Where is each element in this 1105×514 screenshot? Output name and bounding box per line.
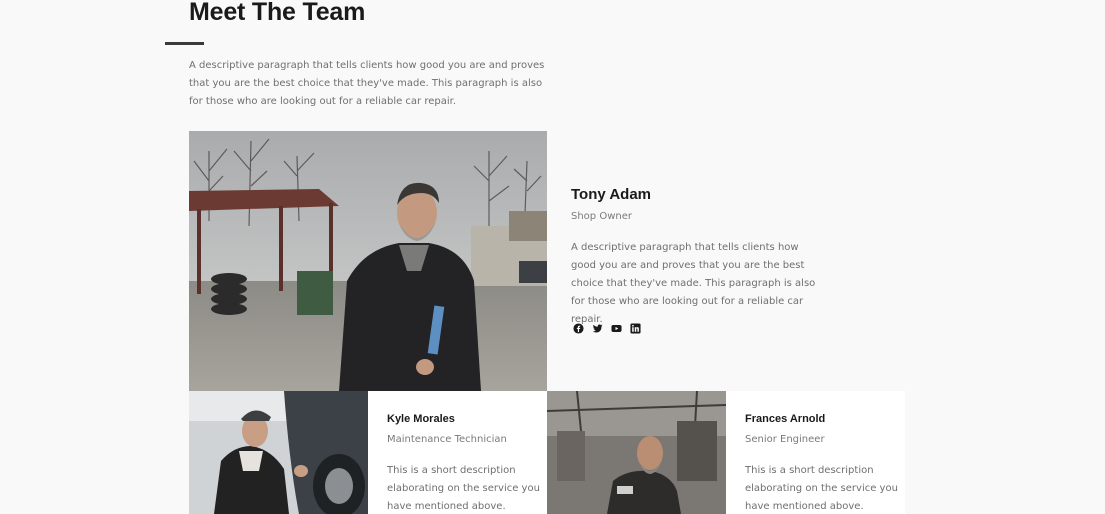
- member-photo: [189, 391, 368, 514]
- youtube-icon[interactable]: [611, 323, 622, 334]
- section-title: Meet The Team: [189, 0, 366, 26]
- member-role: Senior Engineer: [745, 434, 825, 445]
- member-name: Kyle Morales: [387, 413, 455, 425]
- member-role: Maintenance Technician: [387, 434, 507, 445]
- featured-member-role: Shop Owner: [571, 211, 632, 222]
- member-name: Frances Arnold: [745, 413, 826, 425]
- member-photo: [547, 391, 726, 514]
- team-section: Meet The Team A descriptive paragraph th…: [0, 0, 1105, 514]
- featured-member-socials: [573, 323, 641, 334]
- facebook-icon[interactable]: [573, 323, 584, 334]
- featured-member-description: A descriptive paragraph that tells clien…: [571, 242, 816, 325]
- featured-member-photo: [189, 131, 547, 391]
- title-underline: [165, 42, 204, 45]
- twitter-icon[interactable]: [592, 323, 603, 334]
- member-description: This is a short description elaborating …: [745, 465, 898, 512]
- featured-member-name: Tony Adam: [571, 186, 652, 203]
- member-description: This is a short description elaborating …: [387, 465, 540, 512]
- section-intro: A descriptive paragraph that tells clien…: [189, 60, 545, 107]
- linkedin-icon[interactable]: [630, 323, 641, 334]
